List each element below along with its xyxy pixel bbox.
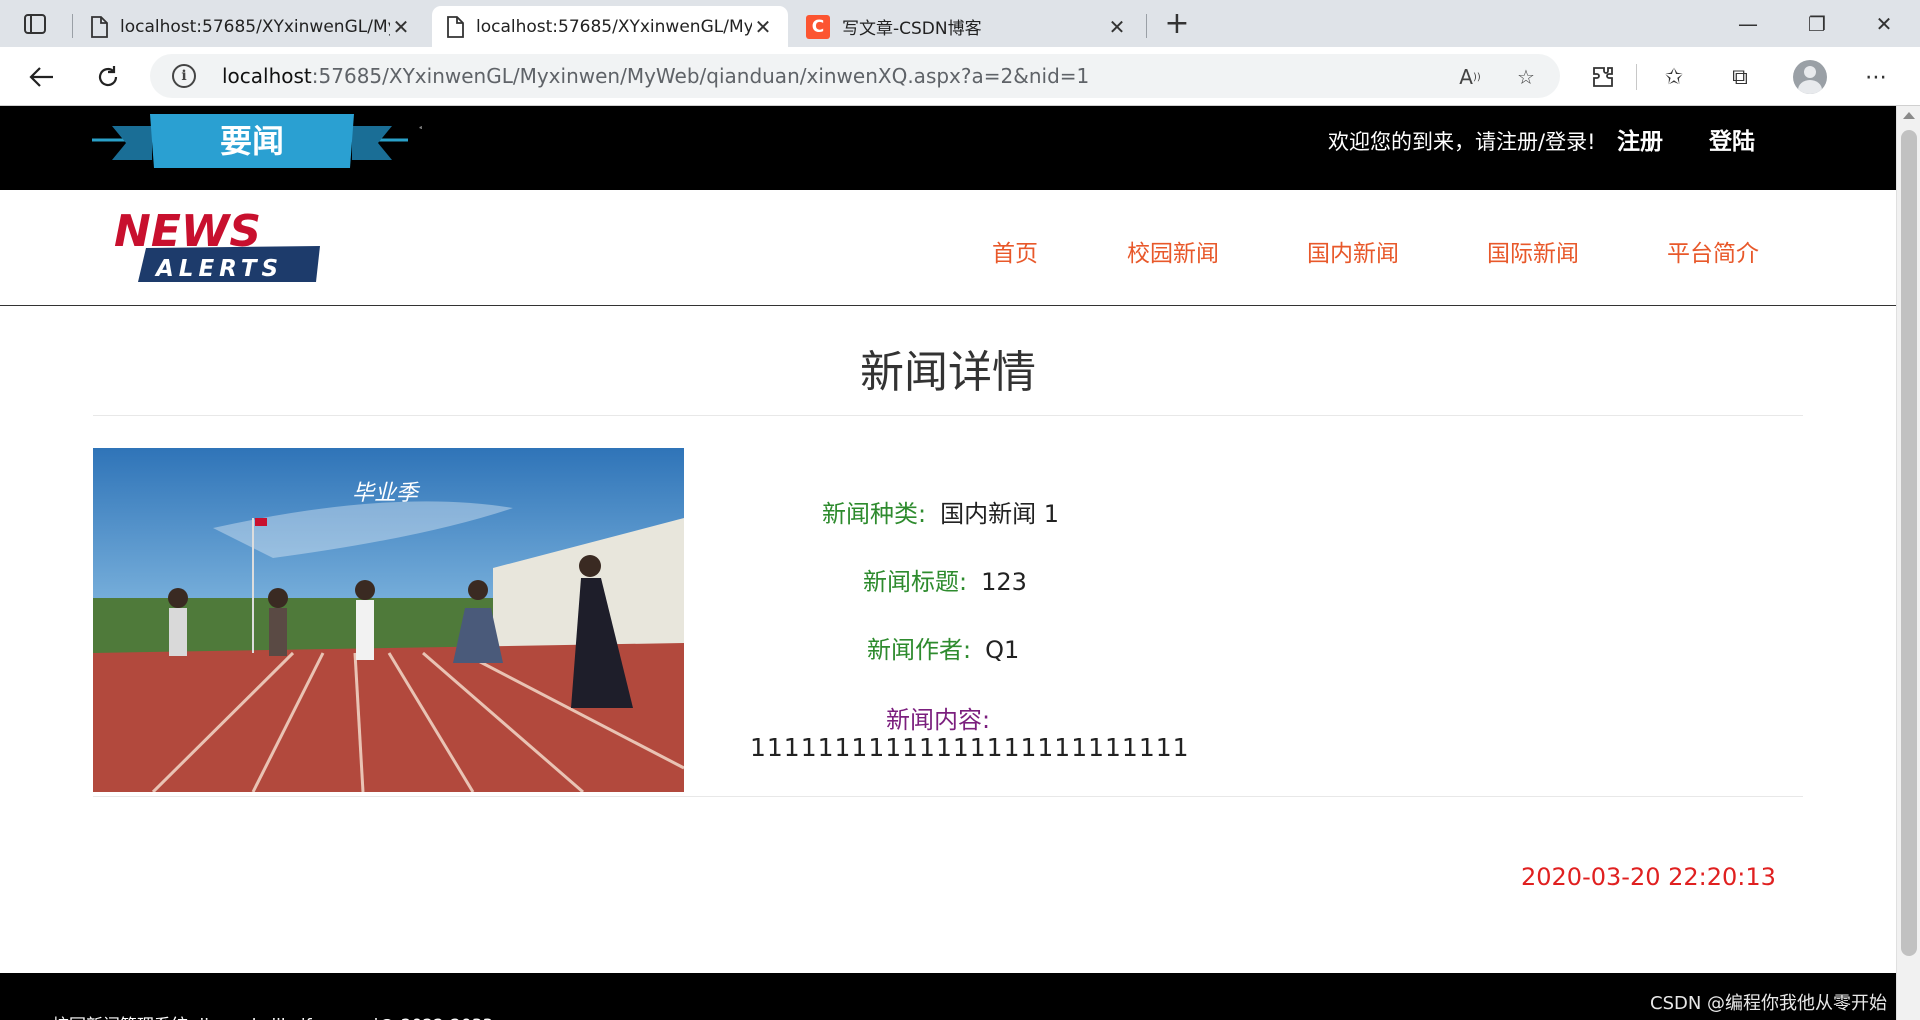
- footer-copyright: 校园新闻管理系统- jinpankejikaifagongsi@ 2022-20…: [52, 1011, 493, 1020]
- minimize-icon: —: [1738, 12, 1758, 36]
- page-icon: [91, 15, 108, 38]
- favorites-icon[interactable]: ✩: [1658, 61, 1690, 93]
- nav-home[interactable]: 首页: [992, 234, 1038, 268]
- logo-line1: NEWS: [114, 208, 261, 257]
- headline-label: 新闻标题:: [863, 568, 968, 596]
- ribbon-arrow: <: [418, 120, 422, 136]
- category-row: 新闻种类: 国内新闻 1: [822, 494, 1059, 529]
- scrollbar-thumb[interactable]: [1901, 130, 1917, 956]
- tab-2-active[interactable]: localhost:57685/XYxinwenGL/My ✕: [432, 6, 788, 47]
- login-link[interactable]: 登陆: [1709, 122, 1755, 156]
- site-header: NEWS ALERTS 首页 校园新闻 国内新闻 国际新闻 平台简介: [0, 190, 1896, 306]
- page-viewport: 要闻 < 欢迎您的到来，请注册/登录! 注册 登陆 NEWS ALERTS 首页…: [0, 106, 1896, 1020]
- tab-actions-button[interactable]: [14, 9, 56, 39]
- category-label: 新闻种类:: [822, 500, 927, 528]
- scroll-up-icon[interactable]: [1903, 112, 1915, 119]
- news-alerts-logo[interactable]: NEWS ALERTS: [110, 208, 324, 284]
- site-footer: 校园新闻管理系统- jinpankejikaifagongsi@ 2022-20…: [0, 973, 1896, 1020]
- browser-tabstrip: localhost:57685/XYxinwenGL/My ✕ localhos…: [0, 0, 1920, 47]
- content-value: 11111111111111111111111111: [750, 733, 1190, 762]
- author-label: 新闻作者:: [867, 636, 972, 664]
- close-tab-icon[interactable]: ✕: [390, 15, 412, 39]
- headline-row: 新闻标题: 123: [863, 562, 1027, 597]
- refresh-icon: [98, 66, 118, 87]
- read-aloud-icon[interactable]: A)): [1456, 63, 1484, 91]
- tab-actions-icon: [24, 14, 46, 34]
- extensions-icon[interactable]: [1587, 61, 1619, 93]
- add-favorite-icon[interactable]: ☆: [1512, 63, 1540, 91]
- tab-separator: [1146, 14, 1147, 38]
- close-tab-icon[interactable]: ✕: [1106, 15, 1128, 39]
- tab-title: 写文章-CSDN博客: [842, 19, 982, 39]
- nav-international-news[interactable]: 国际新闻: [1487, 234, 1579, 268]
- ribbon-banner: 要闻 <: [92, 114, 422, 168]
- profile-avatar[interactable]: [1793, 60, 1827, 94]
- plus-icon: +: [1164, 6, 1190, 41]
- page-icon: [447, 15, 464, 38]
- close-window-button[interactable]: ✕: [1864, 6, 1904, 42]
- close-tab-icon[interactable]: ✕: [752, 15, 774, 39]
- puzzle-icon: [1593, 67, 1613, 87]
- restore-button[interactable]: ❐: [1797, 6, 1837, 42]
- csdn-icon: C: [806, 14, 830, 39]
- more-options-icon[interactable]: ⋯: [1860, 61, 1892, 93]
- toolbar-separator: [1636, 64, 1637, 90]
- content-label: 新闻内容:: [886, 706, 991, 734]
- tab-1[interactable]: localhost:57685/XYxinwenGL/My ✕: [76, 6, 426, 47]
- refresh-button[interactable]: [88, 57, 128, 97]
- nav-platform-intro[interactable]: 平台简介: [1667, 234, 1759, 268]
- page-title: 新闻详情: [860, 347, 1036, 398]
- url-path: :57685/XYxinwenGL/Myxinwen/MyWeb/qiandua…: [311, 64, 1090, 88]
- headline-value: 123: [981, 568, 1027, 596]
- news-photo: 毕业季: [93, 448, 684, 792]
- minimize-button[interactable]: —: [1728, 6, 1768, 42]
- close-icon: ✕: [1875, 12, 1893, 36]
- site-topbar: 要闻 < 欢迎您的到来，请注册/登录! 注册 登陆: [0, 106, 1896, 190]
- divider: [93, 415, 1803, 416]
- restore-icon: ❐: [1808, 12, 1826, 36]
- back-arrow-icon: [29, 67, 53, 87]
- back-button[interactable]: [22, 57, 62, 97]
- nav-domestic-news[interactable]: 国内新闻: [1307, 234, 1399, 268]
- page-scrollbar[interactable]: [1896, 106, 1920, 1020]
- publish-timestamp: 2020-03-20 22:20:13: [1521, 863, 1776, 891]
- category-value: 国内新闻 1: [940, 500, 1059, 528]
- register-link[interactable]: 注册: [1617, 122, 1663, 156]
- url-text[interactable]: localhost:57685/XYxinwenGL/Myxinwen/MyWe…: [222, 64, 1089, 88]
- divider: [93, 796, 1803, 797]
- logo-line2: ALERTS: [154, 256, 283, 282]
- tab-separator: [72, 14, 73, 38]
- photo-caption: 毕业季: [352, 481, 421, 506]
- nav-campus-news[interactable]: 校园新闻: [1127, 234, 1219, 268]
- tab-title: localhost:57685/XYxinwenGL/My: [120, 16, 390, 37]
- url-host: localhost: [222, 64, 312, 88]
- tab-title: localhost:57685/XYxinwenGL/My: [476, 16, 752, 37]
- address-bar[interactable]: i localhost:57685/XYxinwenGL/Myxinwen/My…: [150, 54, 1560, 98]
- new-tab-button[interactable]: +: [1160, 8, 1194, 42]
- site-info-icon[interactable]: i: [172, 64, 196, 88]
- welcome-text: 欢迎您的到来，请注册/登录!: [1328, 130, 1596, 154]
- browser-toolbar: i localhost:57685/XYxinwenGL/Myxinwen/My…: [0, 47, 1920, 106]
- author-row: 新闻作者: Q1: [867, 630, 1019, 665]
- csdn-watermark: CSDN @编程你我他从零开始: [1650, 993, 1888, 1014]
- collections-icon[interactable]: ⧉: [1724, 61, 1756, 93]
- tab-3[interactable]: C 写文章-CSDN博客 ✕: [792, 6, 1142, 47]
- ribbon-text: 要闻: [220, 122, 284, 160]
- author-value: Q1: [985, 636, 1020, 664]
